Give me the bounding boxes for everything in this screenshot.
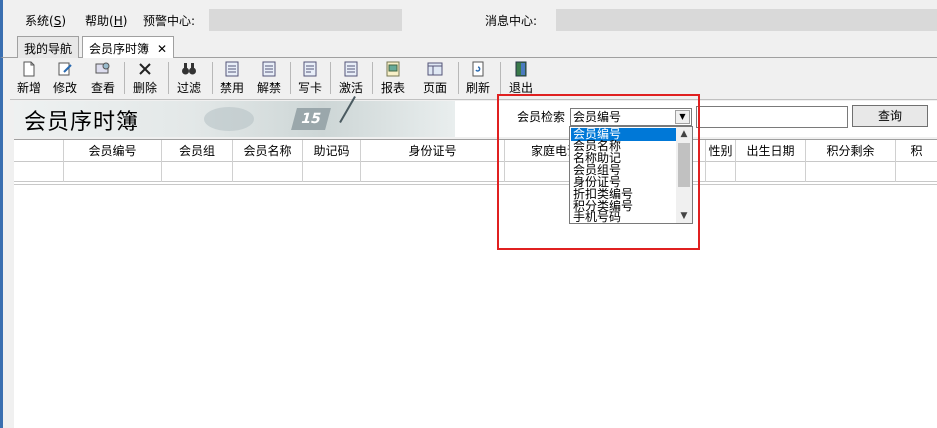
- left-edge: [0, 58, 10, 428]
- view-icon: [95, 62, 110, 74]
- column-header[interactable]: 积: [896, 140, 937, 162]
- member-grid[interactable]: 会员编号 会员组 会员名称 助记码 身份证号 家庭电话 性别 出生日期 积分剩余…: [14, 139, 937, 428]
- toolbar-separator: [330, 62, 331, 94]
- banner-decoration: [204, 107, 254, 131]
- tab-member-journal[interactable]: 会员序时簿 ✕: [82, 36, 175, 59]
- list-icon: [262, 61, 276, 77]
- exit-button[interactable]: 退出: [504, 60, 538, 98]
- view-label: 查看: [90, 81, 115, 95]
- tab-label: 我的导航: [24, 42, 73, 56]
- edit-label: 修改: [52, 81, 77, 95]
- column-header[interactable]: 性别: [706, 140, 736, 162]
- filter-label: 过滤: [176, 81, 201, 95]
- table-cell[interactable]: [806, 162, 896, 182]
- table-cell[interactable]: [736, 162, 806, 182]
- table-cell[interactable]: [361, 162, 505, 182]
- add-label: 新增: [16, 81, 41, 95]
- edit-button[interactable]: 修改: [48, 60, 82, 98]
- refresh-icon: [472, 61, 484, 77]
- card-icon: [303, 61, 317, 77]
- toolbar-separator: [124, 62, 125, 94]
- disable-label: 禁用: [219, 81, 244, 95]
- table-cell: [14, 162, 64, 182]
- table-cell[interactable]: [64, 162, 162, 182]
- column-header[interactable]: 出生日期: [736, 140, 806, 162]
- table-cell[interactable]: [706, 162, 736, 182]
- column-header[interactable]: 会员编号: [64, 140, 162, 162]
- refresh-button[interactable]: 刷新: [461, 60, 495, 98]
- table-cell[interactable]: [233, 162, 303, 182]
- toolbar-separator: [372, 62, 373, 94]
- menu-help[interactable]: 帮助(H): [85, 12, 127, 29]
- page-icon: [427, 62, 443, 76]
- add-button[interactable]: 新增: [12, 60, 46, 98]
- delete-button[interactable]: 删除: [128, 60, 162, 98]
- unban-button[interactable]: 解禁: [252, 60, 286, 98]
- activate-button[interactable]: 激活: [334, 60, 368, 98]
- column-header[interactable]: 会员名称: [233, 140, 303, 162]
- write-card-button[interactable]: 写卡: [293, 60, 327, 98]
- toolbar-separator: [290, 62, 291, 94]
- refresh-label: 刷新: [465, 81, 490, 95]
- binoculars-icon: [182, 63, 196, 75]
- annotation-highlight-box: [497, 94, 700, 250]
- disable-button[interactable]: 禁用: [215, 60, 249, 98]
- list-icon: [344, 61, 358, 77]
- search-input[interactable]: [696, 106, 848, 128]
- activate-label: 激活: [338, 81, 363, 95]
- tab-bar: 我的导航 会员序时簿 ✕: [0, 34, 937, 59]
- exit-door-icon: [515, 61, 527, 77]
- column-header[interactable]: 身份证号: [361, 140, 505, 162]
- tab-my-navigation[interactable]: 我的导航: [17, 36, 80, 58]
- table-cell[interactable]: [896, 162, 937, 182]
- write-card-label: 写卡: [297, 81, 322, 95]
- page-label: 页面: [422, 81, 447, 95]
- filter-button[interactable]: 过滤: [172, 60, 206, 98]
- toolbar-separator: [458, 62, 459, 94]
- search-button[interactable]: 查询: [852, 105, 928, 127]
- table-cell[interactable]: [303, 162, 361, 182]
- toolbar-separator: [500, 62, 501, 94]
- report-label: 报表: [380, 81, 405, 95]
- delete-label: 删除: [132, 81, 157, 95]
- page-title: 会员序时簿: [24, 110, 140, 135]
- table-cell[interactable]: [162, 162, 233, 182]
- list-icon: [225, 61, 239, 77]
- alert-center-label: 预警中心:: [143, 14, 196, 28]
- report-button[interactable]: 报表: [376, 60, 410, 98]
- toolbar-separator: [212, 62, 213, 94]
- close-icon[interactable]: ✕: [157, 42, 167, 56]
- alert-center-display: [209, 9, 402, 31]
- column-header[interactable]: 会员组: [162, 140, 233, 162]
- toolbar-separator: [168, 62, 169, 94]
- grid-divider: [14, 184, 937, 186]
- pen-icon: [339, 96, 389, 142]
- grid-header: 会员编号 会员组 会员名称 助记码 身份证号 家庭电话 性别 出生日期 积分剩余…: [14, 140, 937, 162]
- toolbar: 新增 修改 查看 删除 过滤 禁用 解禁 写卡 激活 报表 页面 刷新 退出: [10, 58, 937, 100]
- row-header-column: [14, 140, 64, 162]
- menu-system[interactable]: 系统(S): [25, 12, 66, 29]
- page-banner: 会员序时簿 15: [14, 96, 455, 142]
- menu-bar: 系统(S) 帮助(H) 预警中心: 消息中心:: [0, 0, 937, 34]
- delete-icon: [139, 63, 151, 75]
- tab-label: 会员序时簿: [89, 42, 150, 56]
- column-header[interactable]: 积分剩余: [806, 140, 896, 162]
- banner-decoration-number: 15: [291, 108, 331, 130]
- new-doc-icon: [23, 61, 35, 77]
- report-icon: [386, 61, 400, 77]
- message-center-display: [556, 9, 937, 31]
- page-button[interactable]: 页面: [418, 60, 452, 98]
- message-center-label: 消息中心:: [485, 14, 538, 28]
- table-row[interactable]: [14, 162, 937, 182]
- view-button[interactable]: 查看: [86, 60, 120, 98]
- edit-icon: [58, 62, 72, 76]
- column-header[interactable]: 助记码: [303, 140, 361, 162]
- unban-label: 解禁: [256, 81, 281, 95]
- exit-label: 退出: [508, 81, 533, 95]
